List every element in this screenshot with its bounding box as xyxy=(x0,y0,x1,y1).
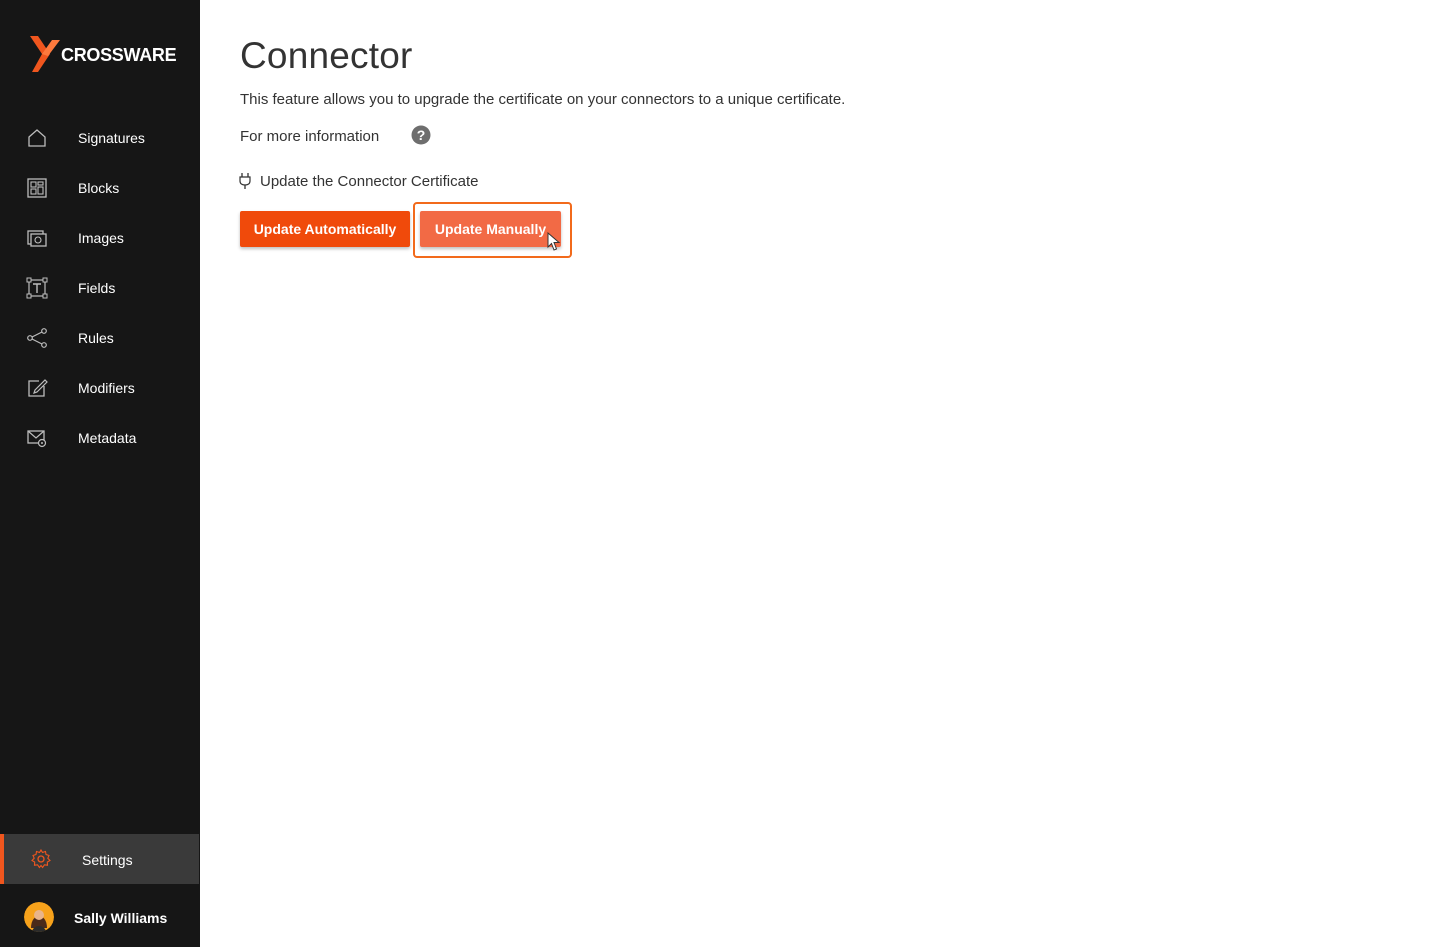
update-manually-button[interactable]: Update Manually xyxy=(420,211,561,247)
edit-icon xyxy=(28,379,48,397)
certificate-section-label: Update the Connector Certificate xyxy=(260,173,479,190)
avatar xyxy=(24,902,54,932)
sidebar-item-blocks[interactable]: Blocks xyxy=(0,163,200,213)
sidebar-item-fields[interactable]: Fields xyxy=(0,263,200,313)
sidebar-item-metadata[interactable]: Metadata xyxy=(0,413,200,463)
sidebar-nav: Signatures Blocks Images Fields Rules Mo… xyxy=(0,113,200,463)
share-nodes-icon xyxy=(27,328,47,348)
sidebar-item-label: Images xyxy=(78,230,124,246)
sidebar-item-label: Metadata xyxy=(78,430,137,446)
sidebar-item-settings[interactable]: Settings xyxy=(0,834,199,884)
sidebar-item-label: Blocks xyxy=(78,180,120,196)
mail-settings-icon xyxy=(27,430,47,448)
sidebar-item-signatures[interactable]: Signatures xyxy=(0,113,200,163)
crossware-logo[interactable]: CROSSWARE xyxy=(28,34,178,76)
update-automatically-button[interactable]: Update Automatically xyxy=(240,211,410,247)
text-field-icon xyxy=(26,277,48,299)
sidebar-item-label: Fields xyxy=(78,280,116,296)
logo-text: CROSSWARE xyxy=(61,45,177,65)
mouse-pointer-icon xyxy=(547,232,561,251)
feature-description: This feature allows you to upgrade the c… xyxy=(240,91,846,108)
more-info-text: For more information xyxy=(240,128,380,145)
active-indicator xyxy=(0,834,4,884)
plug-icon xyxy=(239,173,251,189)
app-window: CROSSWARE Signatures Blocks Images Field… xyxy=(0,0,1433,947)
gear-icon xyxy=(31,848,51,869)
blocks-icon xyxy=(27,178,47,198)
sidebar-item-images[interactable]: Images xyxy=(0,213,200,263)
sidebar-item-label: Rules xyxy=(78,330,114,346)
sidebar: CROSSWARE Signatures Blocks Images Field… xyxy=(0,0,200,947)
user-name: Sally Williams xyxy=(74,910,168,926)
settings-label: Settings xyxy=(82,852,133,868)
user-avatar-icon xyxy=(24,902,54,932)
home-icon xyxy=(28,129,46,147)
sidebar-item-rules[interactable]: Rules xyxy=(0,313,200,363)
sidebar-item-modifiers[interactable]: Modifiers xyxy=(0,363,200,413)
help-icon[interactable]: ? xyxy=(411,125,431,145)
page-title: Connector xyxy=(240,35,413,76)
sidebar-item-label: Modifiers xyxy=(78,380,135,396)
user-profile[interactable]: Sally Williams xyxy=(0,893,200,941)
main-content: Connector This feature allows you to upg… xyxy=(200,0,1433,947)
svg-text:?: ? xyxy=(417,127,426,143)
sidebar-item-label: Signatures xyxy=(78,130,145,146)
images-icon xyxy=(27,230,47,247)
